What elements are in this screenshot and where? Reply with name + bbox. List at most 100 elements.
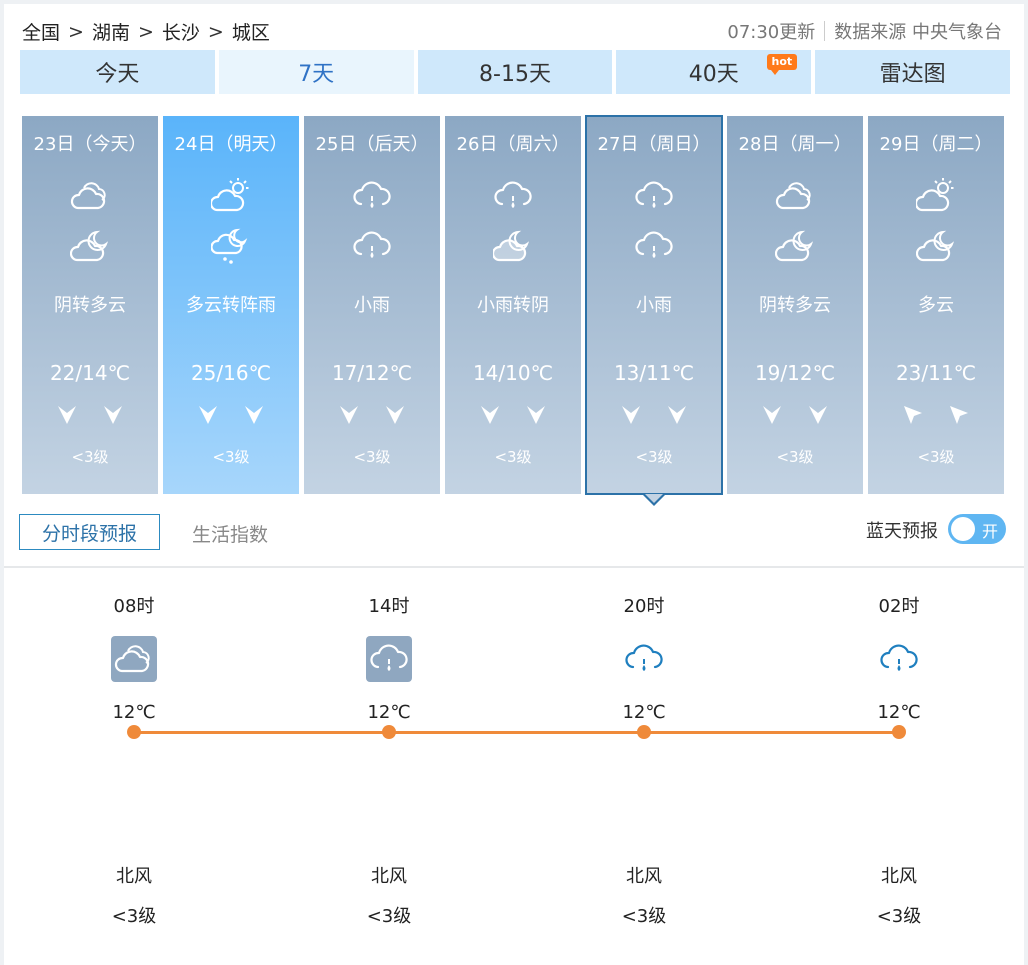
wind-level: <3级 [635, 448, 673, 466]
tab-hourly-forecast[interactable]: 分时段预报 [19, 514, 160, 550]
breadcrumb-item-province[interactable]: 湖南 [92, 18, 130, 45]
cloudy-icon [775, 176, 815, 216]
hour-wind-level: <3级 [366, 906, 412, 927]
wind-north-icon [384, 404, 406, 428]
day-weather-desc: 小雨转阴 [477, 295, 549, 316]
wind-north-icon [102, 404, 124, 428]
day-date: 28日（周一） [738, 134, 852, 155]
day-temperature: 13/11℃ [613, 361, 695, 385]
tab-today[interactable]: 今天 [20, 50, 215, 94]
day-date: 23日（今天） [33, 134, 147, 155]
partly-cloudy-night-icon [774, 226, 815, 266]
breadcrumb-item-country[interactable]: 全国 [22, 18, 60, 45]
hour-wind-direction: 北风 [626, 866, 662, 887]
day-weather-desc: 小雨 [354, 295, 390, 316]
hour-temperature: 12℃ [367, 702, 411, 723]
tab-life-index[interactable]: 生活指数 [192, 520, 268, 547]
wind-direction [338, 404, 406, 428]
wind-north-icon [197, 404, 219, 428]
wind-north-icon [525, 404, 547, 428]
light-rain-icon [352, 226, 392, 266]
shower-night-icon [210, 226, 251, 266]
temperature-point [892, 725, 906, 739]
data-source: 数据来源 中央气象台 [834, 22, 1002, 43]
day-temperature: 17/12℃ [331, 361, 413, 385]
wind-direction [902, 404, 970, 428]
wind-level: <3级 [917, 448, 955, 466]
wind-direction [479, 404, 547, 428]
day-card-selected[interactable]: 27日（周日） 小雨 13/11℃ <3级 [585, 115, 723, 506]
hourly-forecast: 08时 12℃ 北风 <3级 14时 12℃ 北风 <3级 20时 12℃ 北风… [4, 584, 1024, 944]
breadcrumb-separator: > [68, 20, 84, 43]
day-date: 29日（周二） [879, 134, 993, 155]
tab-40-days[interactable]: 40天 hot [616, 50, 812, 94]
section-divider [4, 566, 1024, 568]
wind-north-icon [56, 404, 78, 428]
temperature-point [127, 725, 141, 739]
tab-7-days[interactable]: 7天 [218, 50, 414, 94]
wind-level: <3级 [212, 448, 250, 466]
light-rain-icon [621, 636, 667, 682]
wind-north-icon [807, 404, 829, 428]
wind-level: <3级 [776, 448, 814, 466]
bluesky-toggle[interactable]: 开 [948, 514, 1006, 544]
day-weather-desc: 阴转多云 [759, 295, 831, 316]
tab-label: 生活指数 [192, 524, 269, 546]
bluesky-label: 蓝天预报 [866, 521, 938, 542]
day-date: 24日（明天） [174, 134, 288, 155]
wind-southeast-icon [948, 404, 970, 428]
breadcrumb-item-district: 城区 [231, 22, 270, 44]
day-date: 26日（周六） [456, 134, 570, 155]
partly-cloudy-day-icon [914, 176, 956, 216]
day-card[interactable]: 23日（今天） 阴转多云 22/14℃ <3级 [22, 116, 158, 494]
temperature-point [637, 725, 651, 739]
tab-label: 7天 [298, 62, 335, 87]
hour-temperature: 12℃ [877, 702, 921, 723]
tab-radar[interactable]: 雷达图 [815, 50, 1010, 94]
wind-southeast-icon [902, 404, 924, 428]
wind-direction [620, 404, 688, 428]
wind-level: <3级 [494, 448, 532, 466]
light-rain-icon [634, 226, 674, 266]
day-card[interactable]: 28日（周一） 阴转多云 19/12℃ <3级 [727, 116, 863, 494]
hour-wind-level: <3级 [621, 906, 667, 927]
partly-cloudy-night-icon [69, 226, 110, 266]
breadcrumb-item-city[interactable]: 长沙 [162, 18, 200, 45]
seven-day-forecast: 23日（今天） 阴转多云 22/14℃ <3级 24日（明天） 多云转阵雨 25… [22, 115, 1008, 506]
day-weather-desc: 多云 [918, 295, 954, 316]
hour-wind-direction: 北风 [371, 866, 407, 887]
day-card[interactable]: 25日（后天） 小雨 17/12℃ <3级 [304, 116, 440, 494]
day-weather-desc: 多云转阵雨 [186, 295, 276, 316]
day-card[interactable]: 29日（周二） 多云 23/11℃ <3级 [868, 116, 1004, 494]
day-temperature: 25/16℃ [190, 361, 272, 385]
tab-label: 雷达图 [879, 62, 946, 87]
wind-north-icon [666, 404, 688, 428]
light-rain-icon [352, 176, 392, 216]
day-temperature: 23/11℃ [895, 361, 977, 385]
cloudy-icon [70, 176, 110, 216]
day-card[interactable]: 24日（明天） 多云转阵雨 25/16℃ <3级 [163, 116, 299, 494]
light-rain-icon [366, 636, 412, 682]
day-date: 25日（后天） [315, 134, 429, 155]
hour-time: 14时 [368, 596, 410, 617]
update-info: 07:30更新 数据来源 中央气象台 [727, 18, 1002, 44]
day-weather-desc: 阴转多云 [54, 295, 126, 316]
day-date: 27日（周日） [597, 134, 711, 155]
hour-time: 08时 [113, 596, 155, 617]
partly-cloudy-night-icon [915, 226, 956, 266]
tab-label: 今天 [95, 62, 140, 87]
meta-divider [824, 21, 826, 41]
wind-north-icon [620, 404, 642, 428]
wind-north-icon [338, 404, 360, 428]
wind-direction [197, 404, 265, 428]
hot-badge: hot [766, 54, 798, 75]
cloudy-icon [111, 636, 157, 682]
day-temperature: 14/10℃ [472, 361, 554, 385]
temperature-line [130, 731, 896, 734]
hour-temperature: 12℃ [112, 702, 156, 723]
wind-level: <3级 [71, 448, 109, 466]
tab-8-15-days[interactable]: 8-15天 [417, 50, 613, 94]
hour-time: 02时 [878, 596, 920, 617]
hour-time: 20时 [623, 596, 665, 617]
day-card[interactable]: 26日（周六） 小雨转阴 14/10℃ <3级 [445, 116, 581, 494]
